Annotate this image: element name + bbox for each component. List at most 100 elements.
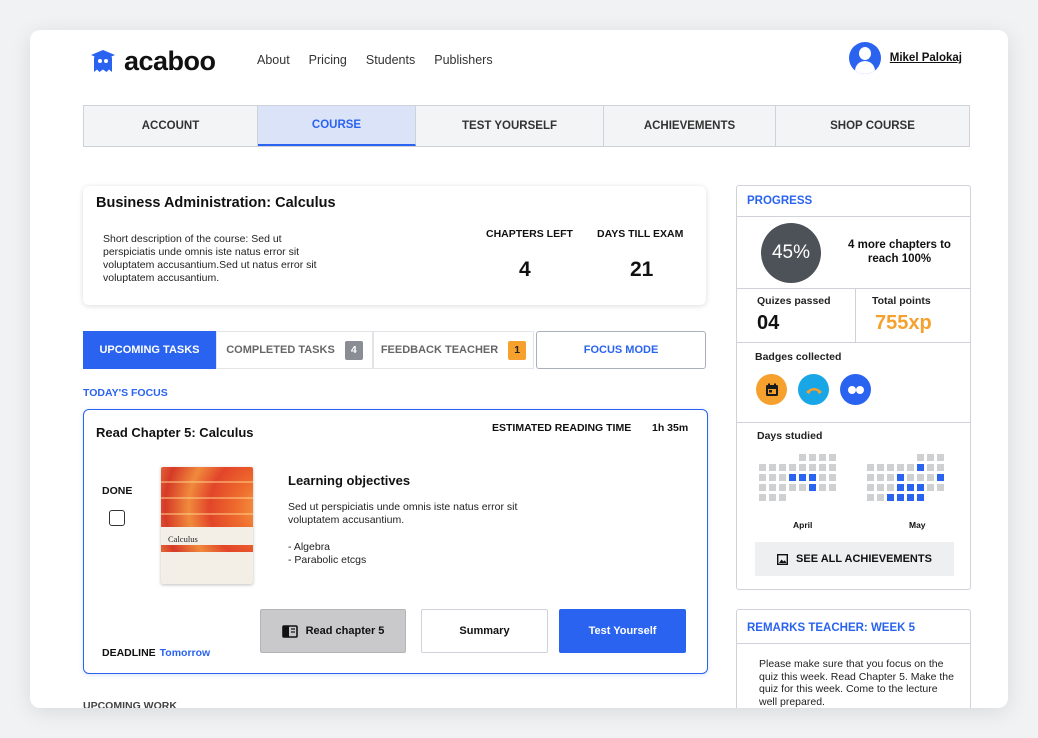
calendar-day-cell <box>769 454 776 461</box>
calendar-day-cell <box>789 494 796 501</box>
tab-course[interactable]: COURSE <box>258 106 416 146</box>
user-menu[interactable]: Mikel Palokaj <box>848 42 962 74</box>
calendar-day-cell <box>867 474 874 481</box>
read-chapter-button[interactable]: Read chapter 5 <box>260 609 406 653</box>
nav-about[interactable]: About <box>257 53 290 67</box>
see-all-achievements-label: SEE ALL ACHIEVEMENTS <box>796 553 932 565</box>
completed-count-badge: 4 <box>344 340 363 360</box>
calendar-day-cell <box>819 454 826 461</box>
nav-publishers[interactable]: Publishers <box>434 53 492 67</box>
calendar-day-cell <box>867 454 874 461</box>
calendar-day-cell <box>867 464 874 471</box>
studied-day-cell <box>917 494 924 501</box>
book-cover-title: Calculus <box>168 534 198 544</box>
month-label-april: April <box>793 520 813 530</box>
calendar-day-cell <box>769 474 776 481</box>
calendar-day-cell <box>927 494 934 501</box>
ghost-graduate-icon <box>91 49 115 72</box>
calendar-day-cell <box>829 454 836 461</box>
calendar-day-cell <box>937 484 944 491</box>
calendar-day-cell <box>887 464 894 471</box>
calendar-day-cell <box>907 464 914 471</box>
tab-feedback-teacher[interactable]: FEEDBACK TEACHER 1 <box>373 331 534 369</box>
image-icon <box>777 553 789 565</box>
summary-label: Summary <box>459 625 510 637</box>
calendar-day-cell <box>897 454 904 461</box>
teacher-remarks-panel: REMARKS TEACHER: WEEK 5 Please make sure… <box>736 609 971 708</box>
calendar-day-cell <box>819 494 826 501</box>
calendar-day-cell <box>759 454 766 461</box>
nav-pricing[interactable]: Pricing <box>309 53 347 67</box>
tab-completed-tasks[interactable]: COMPLETED TASKS 4 <box>216 331 373 369</box>
calendar-day-cell <box>877 454 884 461</box>
studied-day-cell <box>937 474 944 481</box>
focus-mode-label: FOCUS MODE <box>583 344 659 356</box>
tab-shop-course[interactable]: SHOP COURSE <box>776 106 969 146</box>
calendar-day-cell <box>789 464 796 471</box>
calendar-day-cell <box>809 454 816 461</box>
progress-title: PROGRESS <box>747 195 813 207</box>
task-title: Read Chapter 5: Calculus <box>96 425 254 440</box>
tab-achievements[interactable]: ACHIEVEMENTS <box>604 106 776 146</box>
focus-mode-button[interactable]: FOCUS MODE <box>536 331 706 369</box>
calendar-day-cell <box>907 454 914 461</box>
focus-task-card: Read Chapter 5: Calculus ESTIMATED READI… <box>83 409 708 674</box>
studied-day-cell <box>917 464 924 471</box>
chapters-remaining-text: 4 more chapters to reach 100% <box>848 239 951 265</box>
calendar-day-cell <box>907 474 914 481</box>
days-studied-calendar-may <box>867 454 944 501</box>
todays-focus-heading: TODAY'S FOCUS <box>83 387 168 399</box>
calendar-day-cell <box>917 454 924 461</box>
calendar-day-cell <box>887 454 894 461</box>
book-cover-image: Calculus <box>161 467 253 584</box>
reading-time-label: ESTIMATED READING TIME <box>492 422 632 434</box>
tab-account[interactable]: ACCOUNT <box>84 106 258 146</box>
tab-upcoming-tasks[interactable]: UPCOMING TASKS <box>83 331 216 369</box>
dots-badge-icon <box>840 374 871 405</box>
done-label: DONE <box>102 485 133 497</box>
calendar-day-cell <box>927 484 934 491</box>
calendar-day-cell <box>759 494 766 501</box>
calendar-day-cell <box>887 474 894 481</box>
see-all-achievements-button[interactable]: SEE ALL ACHIEVEMENTS <box>755 542 954 576</box>
calendar-day-cell <box>877 474 884 481</box>
course-description: Short description of the course: Sed ut … <box>103 233 317 284</box>
chapters-left-value: 4 <box>519 258 531 281</box>
quizes-passed-value: 04 <box>757 312 780 334</box>
calendar-day-cell <box>809 464 816 471</box>
test-yourself-button[interactable]: Test Yourself <box>559 609 686 653</box>
course-info-card: Business Administration: Calculus Short … <box>83 186 706 305</box>
tab-test-yourself[interactable]: TEST YOURSELF <box>416 106 604 146</box>
summary-button[interactable]: Summary <box>421 609 548 653</box>
done-checkbox[interactable] <box>109 510 125 526</box>
tab-upcoming-tasks-label: UPCOMING TASKS <box>99 344 200 356</box>
calendar-day-cell <box>937 454 944 461</box>
objectives-title: Learning objectives <box>288 473 411 488</box>
calendar-day-cell <box>927 464 934 471</box>
reading-time-value: 1h 35m <box>652 422 689 434</box>
calendar-day-cell <box>829 464 836 471</box>
calendar-day-cell <box>779 494 786 501</box>
calendar-day-cell <box>927 454 934 461</box>
calendar-day-cell <box>829 474 836 481</box>
avatar[interactable] <box>848 42 881 74</box>
feedback-count-badge: 1 <box>508 340 527 360</box>
calendar-day-cell <box>789 484 796 491</box>
objectives-list: - Algebra - Parabolic etcgs <box>288 541 366 567</box>
calendar-day-cell <box>759 474 766 481</box>
studied-day-cell <box>917 484 924 491</box>
calendar-day-cell <box>877 484 884 491</box>
studied-day-cell <box>907 484 914 491</box>
calendar-day-cell <box>779 454 786 461</box>
studied-day-cell <box>907 494 914 501</box>
brand-logo[interactable]: acaboo <box>90 46 216 77</box>
calendar-day-cell <box>937 464 944 471</box>
user-name-link[interactable]: Mikel Palokaj <box>890 52 962 64</box>
deadline: DEADLINE Tomorrow <box>102 647 210 659</box>
calendar-day-cell <box>877 464 884 471</box>
nav-students[interactable]: Students <box>366 53 415 67</box>
calendar-day-cell <box>809 494 816 501</box>
calendar-day-cell <box>917 474 924 481</box>
badges-label: Badges collected <box>755 351 842 363</box>
remarks-text: Please make sure that you focus on the q… <box>759 658 954 708</box>
